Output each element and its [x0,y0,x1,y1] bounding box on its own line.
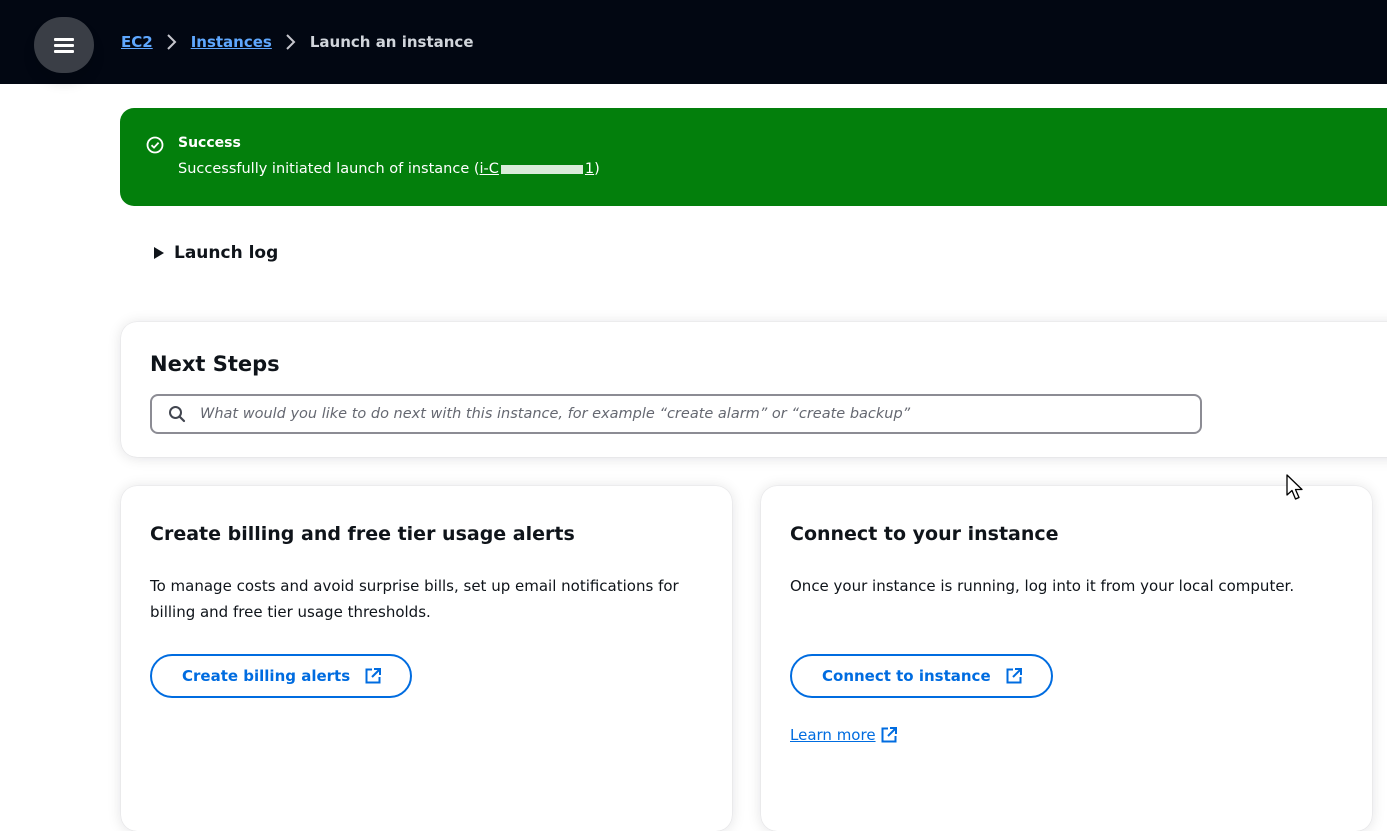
instance-id-start: i-C [479,161,499,177]
card-title: Connect to your instance [790,523,1059,545]
learn-more-link[interactable]: Learn more [790,726,898,744]
next-steps-search[interactable] [150,394,1202,434]
chevron-right-icon [165,32,179,52]
caret-right-icon [154,247,164,259]
top-navigation-bar: EC2 Instances Launch an instance [0,0,1387,84]
card-description: To manage costs and avoid surprise bills… [150,577,679,621]
card-title: Create billing and free tier usage alert… [150,523,575,545]
flash-message: Successfully initiated launch of instanc… [178,161,600,177]
connect-instance-card: Connect to your instance Once your insta… [761,486,1372,831]
breadcrumb-instances-link[interactable]: Instances [191,33,272,51]
search-icon [169,406,186,423]
flash-message-text: Successfully initiated launch of instanc… [178,161,480,177]
success-flash-banner: Success Successfully initiated launch of… [120,108,1387,206]
card-description: Once your instance is running, log into … [790,577,1295,595]
button-label: Connect to instance [822,667,991,685]
connect-to-instance-button[interactable]: Connect to instance [790,654,1053,698]
hamburger-menu-icon [54,38,74,53]
learn-more-label: Learn more [790,726,876,744]
instance-id-end: 1 [584,161,595,177]
create-billing-alerts-button[interactable]: Create billing alerts [150,654,413,698]
instance-id-link[interactable]: i-C 1 [480,161,595,177]
flash-title: Success [178,135,241,151]
hamburger-menu-button[interactable] [34,17,94,73]
external-link-icon [1006,668,1022,684]
external-link-icon [881,727,897,743]
breadcrumb: EC2 Instances Launch an instance [121,30,474,54]
next-steps-title: Next Steps [150,352,280,376]
billing-alerts-card: Create billing and free tier usage alert… [121,486,732,831]
flash-message-suffix: ) [594,161,600,177]
redacted-instance-id [500,164,583,174]
search-input[interactable] [198,405,1192,423]
breadcrumb-current-page: Launch an instance [309,33,474,51]
button-label: Create billing alerts [182,667,351,685]
next-steps-panel: Next Steps [121,322,1387,457]
chevron-right-icon [284,32,298,52]
breadcrumb-ec2-link[interactable]: EC2 [121,33,153,51]
launch-log-expander[interactable]: Launch log [154,243,278,263]
mouse-cursor-icon [1286,474,1303,500]
check-circle-icon [146,136,164,154]
external-link-icon [365,668,382,684]
launch-log-label: Launch log [174,243,279,263]
